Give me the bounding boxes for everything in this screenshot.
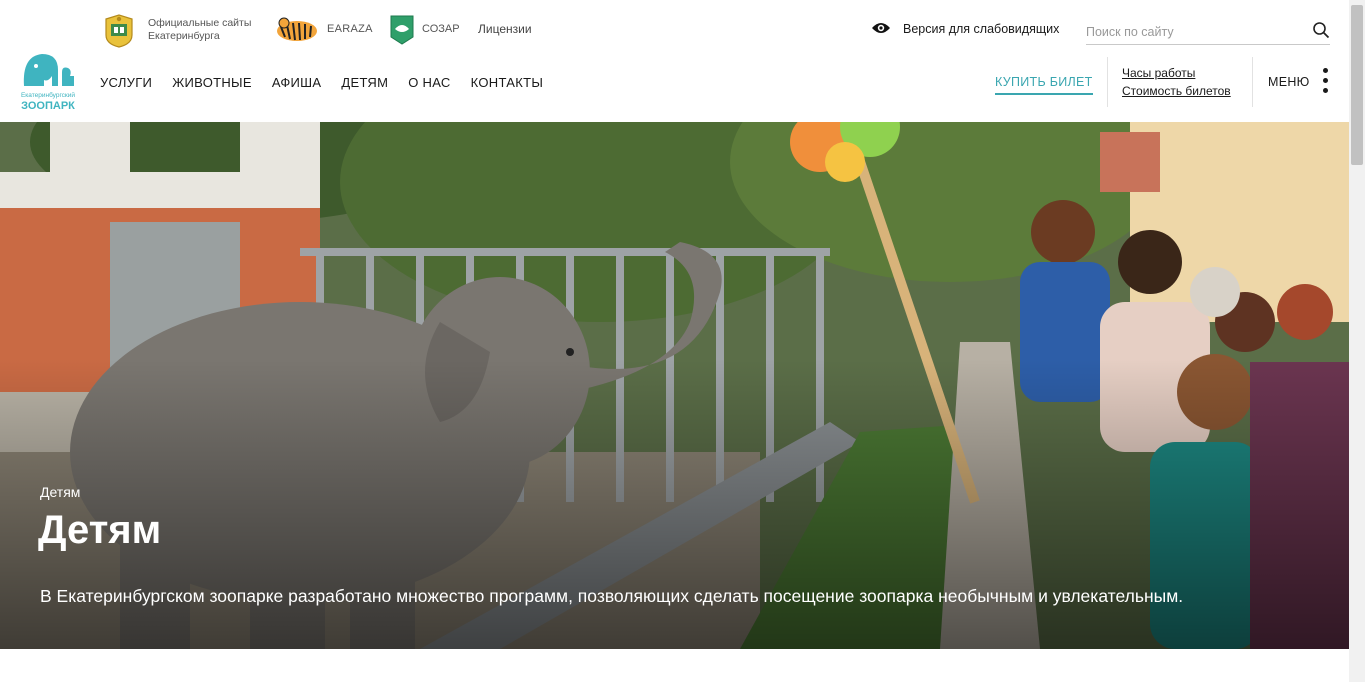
nav-item-children[interactable]: ДЕТЯМ [341,75,388,90]
low-vision-version-link[interactable]: Версия для слабовидящих [903,22,1059,36]
page-description: В Екатеринбургском зоопарке разработано … [40,586,1184,606]
nav-item-about[interactable]: О НАС [408,75,450,90]
breadcrumb[interactable]: Детям [40,484,80,500]
top-bar: Официальные сайты Екатеринбурга EARAZA С… [0,0,1349,58]
menu-button-label[interactable]: МЕНЮ [1268,75,1310,89]
zoo-logo[interactable]: Екатеринбургский ЗООПАРК [18,50,78,114]
sozar-emblem-icon[interactable] [390,15,414,45]
logo-big-text: ЗООПАРК [21,100,75,112]
ticket-prices-link[interactable]: Стоимость билетов [1122,84,1231,98]
header-divider [1107,57,1108,107]
search-box [1086,19,1330,45]
nav-item-events[interactable]: АФИША [272,75,322,90]
nav-item-services[interactable]: УСЛУГИ [100,75,152,90]
hero-overlay [0,122,1349,649]
logo-small-text: Екатеринбургский [21,91,75,99]
opening-hours-link[interactable]: Часы работы [1122,66,1195,80]
city-sites-link[interactable]: Официальные сайты Екатеринбурга [148,17,268,43]
sozar-link[interactable]: СОЗАР [422,23,460,35]
menu-dots-icon[interactable] [1323,68,1329,96]
licenses-link[interactable]: Лицензии [478,22,532,36]
earaza-tiger-icon[interactable] [275,13,319,45]
search-icon[interactable] [1312,21,1330,39]
page-title: Детям [38,508,162,552]
nav-item-animals[interactable]: ЖИВОТНЫЕ [172,75,252,90]
earaza-link[interactable]: EARAZA [327,23,373,35]
eye-icon[interactable] [871,21,891,35]
buy-ticket-button[interactable]: КУПИТЬ БИЛЕТ [995,75,1093,95]
city-coat-of-arms-icon[interactable] [100,11,138,49]
hero-banner: Детям Детям В Екатеринбургском зоопарке … [0,122,1349,649]
nav-item-contacts[interactable]: КОНТАКТЫ [471,75,544,90]
search-input[interactable] [1086,21,1301,43]
scrollbar-thumb[interactable] [1351,5,1363,165]
header-divider [1252,57,1253,107]
main-nav: УСЛУГИ ЖИВОТНЫЕ АФИША ДЕТЯМ О НАС КОНТАК… [100,75,543,90]
